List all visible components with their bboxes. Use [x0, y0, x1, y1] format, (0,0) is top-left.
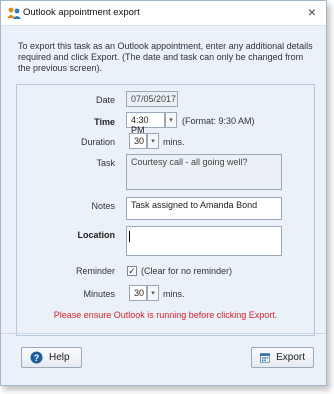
notes-label: Notes: [91, 201, 115, 211]
duration-unit: mins.: [163, 137, 185, 147]
time-label: Time: [94, 117, 115, 127]
help-circle-icon: ?: [30, 351, 43, 364]
reminder-checkbox[interactable]: ✓: [127, 266, 137, 276]
text-cursor: [129, 231, 130, 242]
calendar-icon: [260, 353, 271, 363]
people-icon: [7, 7, 21, 19]
minutes-dropdown-icon[interactable]: ▾: [147, 285, 159, 301]
time-field[interactable]: 4:30 PM: [126, 112, 165, 135]
minutes-label: Minutes: [83, 289, 115, 299]
export-button-label: Export: [276, 352, 305, 363]
footer-divider: [1, 333, 326, 334]
task-label: Task: [96, 158, 115, 168]
minutes-unit: mins.: [163, 289, 185, 299]
duration-dropdown-icon[interactable]: ▾: [147, 133, 159, 149]
close-icon[interactable]: ×: [305, 5, 319, 19]
intro-text: To export this task as an Outlook appoin…: [18, 41, 313, 73]
date-label: Date: [95, 95, 115, 105]
svg-text:?: ?: [34, 353, 40, 363]
time-dropdown-icon[interactable]: ▾: [165, 112, 177, 128]
reminder-hint: (Clear for no reminder): [141, 266, 233, 276]
outlook-warning: Please ensure Outlook is running before …: [53, 310, 278, 320]
export-dialog: Outlook appointment export × To export t…: [0, 0, 327, 386]
window-title: Outlook appointment export: [23, 7, 140, 18]
location-field[interactable]: [126, 226, 282, 256]
minutes-field[interactable]: 30: [129, 285, 147, 301]
time-format-hint: (Format: 9:30 AM): [182, 116, 255, 126]
location-label: Location: [77, 230, 116, 240]
duration-field[interactable]: 30: [129, 133, 147, 149]
title-bar: Outlook appointment export ×: [1, 1, 326, 26]
help-button-label: Help: [49, 352, 70, 363]
help-button[interactable]: ? Help: [21, 347, 82, 368]
notes-field[interactable]: Task assigned to Amanda Bond: [126, 197, 282, 220]
date-field: 07/05/2017: [126, 91, 178, 107]
export-button[interactable]: Export: [251, 347, 314, 368]
duration-label: Duration: [80, 137, 115, 147]
reminder-label: Reminder: [75, 266, 115, 276]
task-field: Courtesy call - all going well?: [126, 154, 282, 190]
